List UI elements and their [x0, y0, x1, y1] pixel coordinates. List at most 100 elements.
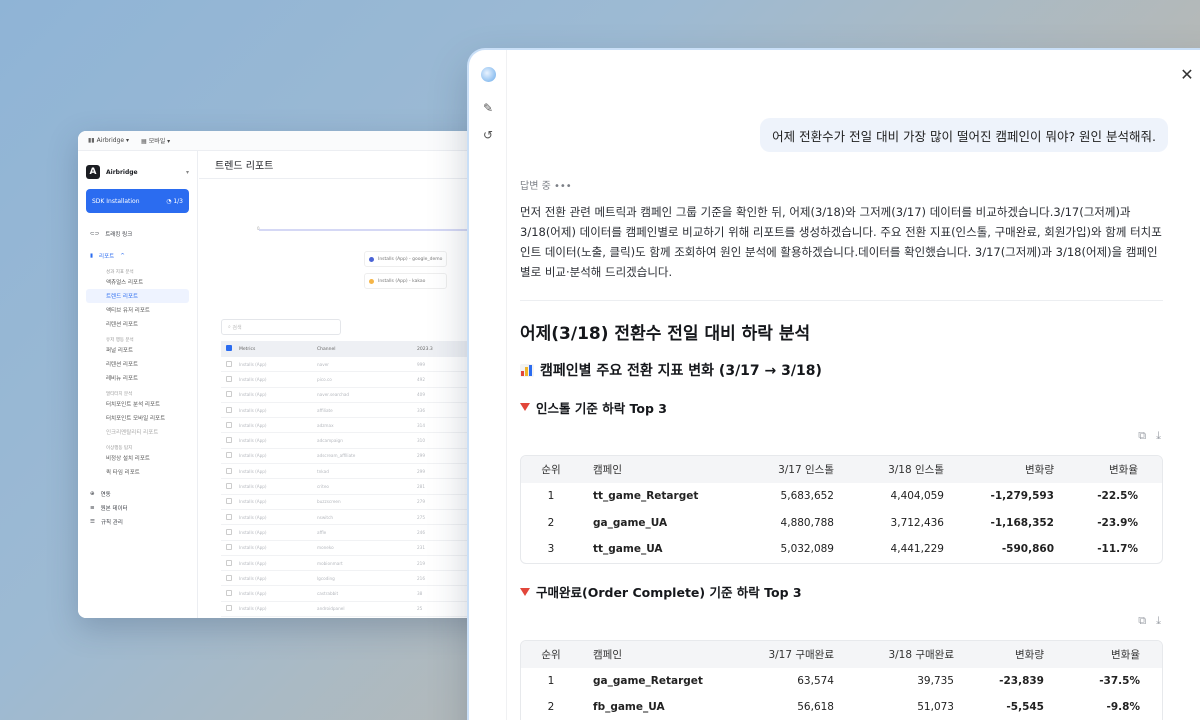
row-checkbox[interactable] [226, 544, 232, 551]
table-row[interactable]: Installs (App) naver 999 [221, 357, 498, 373]
row-checkbox[interactable] [226, 437, 232, 444]
table-row[interactable]: Installs (App) androidpanel 25 [221, 602, 498, 618]
row-checkbox[interactable] [226, 590, 232, 597]
edit-icon[interactable]: ✎ [480, 100, 496, 116]
user-message: 어제 전환수가 전일 대비 가장 많이 떨어진 캠페인이 뭐야? 원인 분석해줘… [760, 118, 1168, 152]
sidebar-item-trend[interactable]: 트렌드 리포트 [86, 289, 189, 303]
row-checkbox[interactable] [226, 467, 232, 474]
table-cell: affle [317, 529, 327, 535]
sidebar-item-tracking-link[interactable]: ⊂⊃ 트래킹 링크 [86, 227, 189, 241]
download-icon[interactable]: ⤓ [1156, 429, 1161, 443]
bar-chart-icon: ▮ [90, 253, 94, 259]
sidebar-item-abnormal-install[interactable]: 비정상 설치 리포트 [86, 451, 189, 465]
table-row[interactable]: Installs (App) mobionmart 219 [221, 556, 498, 572]
table-row[interactable]: Installs (App) affle 246 [221, 525, 498, 541]
nav-group-label: 멀티터치 분석 [106, 392, 133, 397]
table-header: 순위 캠페인 3/17 인스톨 3/18 인스톨 변화량 변화율 [521, 456, 1162, 483]
table-row[interactable]: Installs (App) adscream_affiliate 299 [221, 449, 498, 465]
sidebar-item-raw-data[interactable]: ≡ 원본 데이터 [86, 501, 189, 515]
table-search-input[interactable]: ⌕ 검색 [221, 319, 341, 335]
row-checkbox[interactable] [226, 360, 232, 367]
row-checkbox[interactable] [226, 452, 232, 459]
sdk-installation-button[interactable]: SDK Installation ◔ 1/3 [86, 189, 189, 213]
sidebar-item-reports[interactable]: ▮ 리포트 ^ [86, 249, 189, 263]
table-row[interactable]: Installs (App) adzmax 314 [221, 418, 498, 434]
table-cell: Installs (App) [239, 484, 267, 490]
row-checkbox[interactable] [226, 605, 232, 612]
brand-switcher[interactable]: A Airbridge ▾ [86, 165, 189, 179]
table-cell: naver.searchad [317, 392, 350, 398]
download-icon[interactable]: ⤓ [1156, 614, 1161, 628]
sidebar-item-revenue[interactable]: 레비뉴 리포트 [86, 371, 189, 385]
table-cell: adscream_affiliate [317, 453, 356, 459]
table-cell: Installs (App) [239, 560, 267, 566]
sidebar-item-actuals[interactable]: 액츄얼스 리포트 [86, 275, 189, 289]
sidebar-item-retention[interactable]: 리텐션 리포트 [86, 317, 189, 331]
history-icon[interactable]: ↺ [480, 127, 496, 143]
table-cell: 314 [417, 422, 425, 428]
sidebar-item-touchpoint-mobile[interactable]: 터치포인트 모바일 리포트 [86, 411, 189, 425]
column-header: 3/18 인스톨 [888, 464, 944, 476]
table-row[interactable]: Installs (App)buzzvi22 [221, 617, 498, 618]
platform-switcher[interactable]: ▦ 모바일 ▾ [141, 136, 170, 145]
row-checkbox[interactable] [226, 528, 232, 535]
table-cell: moneko [317, 545, 334, 551]
table-row[interactable]: Installs (App) moneko 231 [221, 541, 498, 556]
table-row: 1 ga_game_Retarget 63,574 39,735 -23,839 -37.… [521, 668, 1162, 695]
table-row[interactable]: Installs (App) tnkad 299 [221, 464, 498, 480]
table-cell: -590,860 [1001, 543, 1054, 556]
table-row[interactable]: Installs (App) naver.searchad 409 [221, 388, 498, 403]
table-cell: Installs (App) [239, 591, 267, 597]
sidebar-item-rules[interactable]: ☰ 규칙 관리 [86, 515, 189, 529]
ai-orb-icon[interactable] [480, 66, 496, 82]
table-cell: 492 [417, 376, 425, 382]
sidebar-item-incrementality[interactable]: 인크리멘탈리티 리포트 [86, 425, 189, 439]
table-row[interactable]: Installs (App) nswitch 275 [221, 510, 498, 526]
row-checkbox[interactable] [226, 483, 232, 490]
table-cell: 2 [547, 701, 555, 714]
table-row[interactable]: Installs (App) adcampaign 310 [221, 433, 498, 449]
column-header[interactable]: Metrics [239, 347, 317, 352]
sidebar-item-active-users[interactable]: 액티브 유저 리포트 [86, 303, 189, 317]
table-cell: androidpanel [317, 606, 345, 612]
row-checkbox[interactable] [226, 406, 232, 413]
table-row[interactable]: Installs (App) lgcoding 216 [221, 571, 498, 587]
table-row[interactable]: Installs (App) buzzscreen 279 [221, 495, 498, 510]
sidebar-item-retention-2[interactable]: 리텐션 리포트 [86, 357, 189, 371]
select-all-checkbox[interactable] [226, 345, 232, 351]
table-row: 3 tt_game_UA 5,032,089 4,441,229 -590,860 -11… [521, 536, 1162, 563]
row-checkbox[interactable] [226, 421, 232, 428]
row-checkbox[interactable] [226, 574, 232, 581]
copy-icon[interactable]: ⧉ [1138, 614, 1146, 628]
copy-icon[interactable]: ⧉ [1138, 429, 1146, 443]
app-switcher[interactable]: ▮▮ Airbridge ▾ [88, 137, 129, 144]
row-checkbox[interactable] [226, 513, 232, 520]
settings-icon: ☰ [90, 519, 95, 525]
table-row[interactable]: Installs (App) criteo 281 [221, 479, 498, 495]
sidebar-item-funnel[interactable]: 퍼널 리포트 [86, 343, 189, 357]
table-cell: 56,618 [797, 701, 834, 714]
table-cell: -1,168,352 [990, 516, 1054, 529]
table-row[interactable]: Installs (App) pico.co 492 [221, 372, 498, 388]
order-section-heading: 구매완료(Order Complete) 기준 하락 Top 3 [520, 582, 1163, 602]
table-cell: 39,735 [917, 674, 954, 687]
sidebar-item-ctit[interactable]: 퀵 타임 리포트 [86, 465, 189, 479]
legend-item[interactable]: Installs (App) - kakao [364, 273, 448, 289]
table-cell: ga_game_UA [593, 516, 668, 529]
column-header[interactable]: Channel [317, 347, 417, 352]
column-header[interactable]: 2023.3 [417, 347, 477, 352]
column-header: 3/17 구매완료 [768, 648, 834, 661]
sidebar-item-touchpoint-analysis[interactable]: 터치포인트 분석 리포트 [86, 397, 189, 411]
table-cell: affiliate [317, 407, 333, 413]
row-checkbox[interactable] [226, 391, 232, 398]
row-checkbox[interactable] [226, 498, 232, 505]
legend-item[interactable]: Installs (App) - google_demo [364, 251, 448, 267]
row-checkbox[interactable] [226, 375, 232, 382]
row-checkbox[interactable] [226, 559, 232, 566]
close-icon[interactable]: ✕ [1177, 64, 1197, 84]
sidebar-item-integration[interactable]: ⊕ 연동 [86, 487, 189, 501]
table-row[interactable]: Installs (App) castrabbit 38 [221, 586, 498, 602]
legend-dot [369, 278, 374, 284]
table-row[interactable]: Installs (App) affiliate 336 [221, 403, 498, 419]
table-cell: 299 [417, 468, 425, 474]
